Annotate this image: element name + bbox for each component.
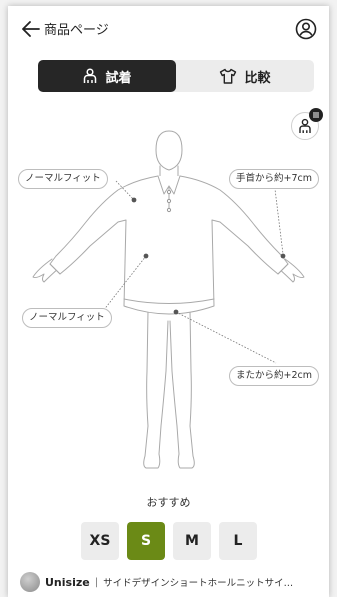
recommend-label: おすすめ (146, 496, 191, 509)
product-footer: Unisize | サイドデザインショートホールニットサイ… (20, 571, 325, 593)
app-screen: 商品ページ 試着 比較 ノーマルフィット 手首から約+7cm ノーマルフィット … (8, 6, 329, 597)
size-option-xs[interactable]: XS (81, 522, 119, 560)
fit-note-waist: ノーマルフィット (22, 308, 112, 328)
tab-compare[interactable]: 比較 (176, 60, 314, 92)
fit-note-shoulder: ノーマルフィット (18, 169, 108, 189)
size-option-s[interactable]: S (127, 522, 165, 560)
settings-badge-icon (309, 108, 323, 122)
brand-name: Unisize (45, 575, 90, 589)
page-title: 商品ページ (44, 23, 109, 38)
product-name: サイドデザインショートホールニットサイ… (103, 578, 294, 589)
size-option-m[interactable]: M (173, 522, 211, 560)
back-button[interactable]: 商品ページ (22, 19, 109, 38)
footer-separator: | (94, 576, 99, 588)
view-toggle: 試着 比較 (38, 60, 314, 92)
fit-note-hem: またから約+2cm (229, 366, 319, 386)
tab-try-on-label: 試着 (105, 70, 132, 86)
size-option-l[interactable]: L (219, 522, 257, 560)
fitting-figure: ノーマルフィット 手首から約+7cm ノーマルフィット またから約+2cm (8, 126, 329, 476)
size-selector: XS S M L (81, 522, 257, 560)
unisize-logo (20, 572, 40, 592)
header: 商品ページ (8, 6, 329, 52)
tab-try-on[interactable]: 試着 (38, 60, 176, 92)
shirt-icon (220, 68, 237, 84)
person-icon (84, 68, 97, 83)
tab-compare-label: 比較 (244, 70, 271, 86)
fit-note-wrist: 手首から約+7cm (229, 169, 319, 189)
account-circle-icon[interactable] (295, 18, 317, 40)
arrow-left-icon (22, 20, 40, 37)
